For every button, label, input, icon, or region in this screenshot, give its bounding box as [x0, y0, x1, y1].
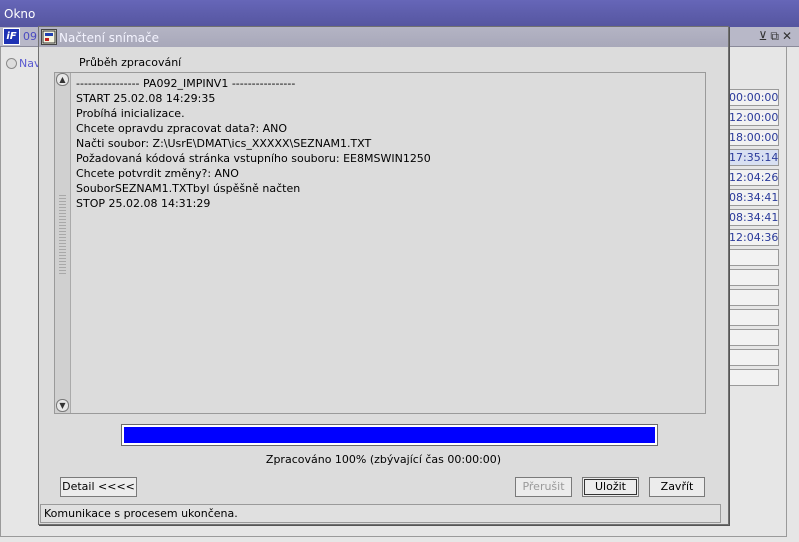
time-field[interactable]: 08:34:41 [728, 209, 779, 226]
detail-button[interactable]: Detail <<<< [60, 477, 137, 497]
time-field[interactable]: 17:35:14 [728, 149, 779, 166]
log-line: Načti soubor: Z:\UsrE\DMAT\ics_XXXXX\SEZ… [76, 137, 372, 150]
scroll-thumb[interactable] [59, 193, 66, 275]
background-window-buttons: ⊻⧉✕ [759, 29, 795, 44]
background-form-number: 09 [23, 30, 37, 43]
zavrit-button[interactable]: Zavřít [649, 477, 705, 497]
restore-icon[interactable]: ⧉ [770, 29, 782, 43]
minimize-icon[interactable]: ⊻ [759, 29, 771, 43]
prerusit-button[interactable]: Přerušit [515, 477, 572, 497]
ulozit-button[interactable]: Uložit [582, 477, 639, 497]
app-logo-icon: iF [3, 28, 20, 45]
progress-text: Zpracováno 100% (zbývající čas 00:00:00) [265, 453, 502, 466]
log-line: START 25.02.08 14:29:35 [76, 92, 216, 105]
time-field[interactable] [728, 289, 779, 306]
time-field[interactable] [728, 249, 779, 266]
log-lines: ---------------- PA092_IMPINV1 ---------… [76, 76, 701, 211]
log-line: Požadovaná kódová stránka vstupního soub… [76, 152, 431, 165]
log-line: Probíhá inicializace. [76, 107, 185, 120]
time-field[interactable]: 12:00:00 [728, 109, 779, 126]
log-line: Chcete potvrdit změny?: ANO [76, 167, 239, 180]
log-line: STOP 25.02.08 14:31:29 [76, 197, 211, 210]
progress-bar-fill [124, 427, 655, 443]
close-icon[interactable]: ✕ [782, 29, 795, 43]
time-field[interactable]: 12:04:26 [728, 169, 779, 186]
time-field[interactable] [728, 349, 779, 366]
scroll-down-icon[interactable]: ▼ [56, 399, 69, 412]
time-column: 00:00:00 12:00:00 18:00:00 17:35:14 12:04:26… [728, 89, 779, 389]
time-field[interactable] [728, 269, 779, 286]
progress-bar [121, 424, 658, 446]
time-field[interactable] [728, 329, 779, 346]
log-line: Chcete opravdu zpracovat data?: ANO [76, 122, 288, 135]
log-scrollbar[interactable]: ▲ ▼ [55, 73, 71, 413]
log-line: ---------------- PA092_IMPINV1 ---------… [76, 77, 296, 90]
progress-group-label: Průběh zpracování [79, 56, 182, 69]
outer-window-title: Okno [4, 7, 36, 21]
time-field[interactable]: 00:00:00 [728, 89, 779, 106]
nav-radio-button[interactable] [6, 58, 17, 69]
time-field[interactable]: 12:04:36 [728, 229, 779, 246]
outer-window-titlebar[interactable]: Okno [0, 0, 799, 27]
time-field[interactable]: 08:34:41 [728, 189, 779, 206]
dialog-titlebar[interactable]: Načtení snímače [39, 27, 728, 47]
log-output-box[interactable]: ▲ ▼ ---------------- PA092_IMPINV1 -----… [54, 72, 706, 414]
scroll-up-icon[interactable]: ▲ [56, 73, 69, 86]
status-bar: Komunikace s procesem ukončena. [40, 504, 721, 523]
nacteni-snimace-dialog: Načtení snímače Průběh zpracování ▲ ▼ --… [38, 26, 729, 525]
time-field[interactable]: 18:00:00 [728, 129, 779, 146]
time-field[interactable] [728, 309, 779, 326]
dialog-title: Načtení snímače [59, 31, 159, 45]
time-field[interactable] [728, 369, 779, 386]
dialog-app-icon [41, 29, 57, 45]
log-line: SouborSEZNAM1.TXTbyl úspěšně načten [76, 182, 301, 195]
